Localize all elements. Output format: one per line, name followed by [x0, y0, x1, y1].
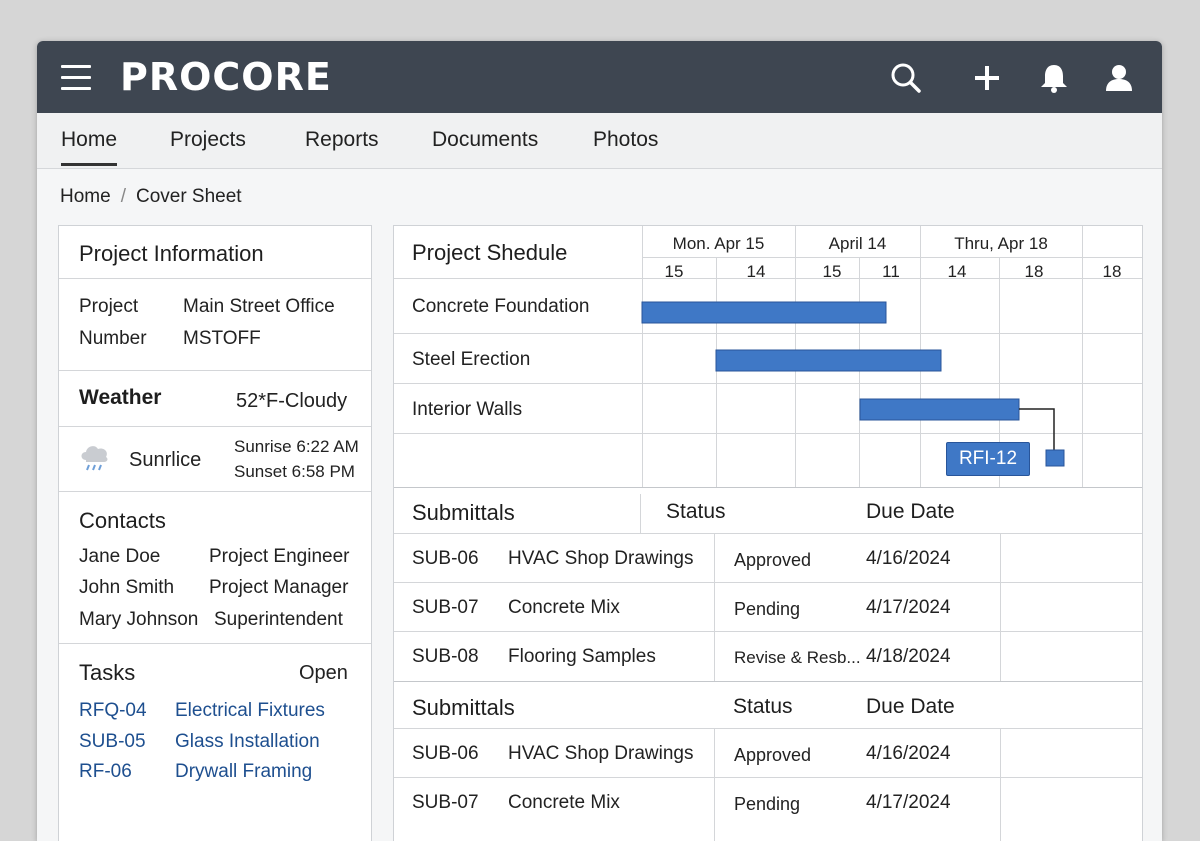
- submittal-status: Pending: [734, 599, 801, 619]
- task-name-link[interactable]: Drywall Framing: [175, 761, 312, 783]
- tab-projects[interactable]: Projects: [170, 128, 246, 152]
- contact-role: Superintendent: [214, 609, 343, 630]
- breadcrumb-separator: /: [120, 186, 126, 207]
- grid-line: [394, 582, 1142, 583]
- number-label: Number: [79, 328, 147, 349]
- project-info-body: [59, 278, 371, 371]
- grid-line: [394, 777, 1142, 778]
- submittal-status: Approved: [734, 745, 812, 765]
- gantt-bar[interactable]: [715, 349, 942, 372]
- submittal-id-link[interactable]: SUB-06: [412, 743, 479, 765]
- tab-home[interactable]: Home: [61, 128, 118, 166]
- grid-line: [714, 728, 715, 841]
- submittal-id-link[interactable]: SUB-08: [412, 646, 479, 668]
- tab-documents[interactable]: Documents: [432, 128, 538, 152]
- contacts-title: Contacts: [79, 508, 166, 533]
- contact-role: Project Engineer: [209, 546, 350, 567]
- logo: PROCORE: [120, 55, 332, 99]
- contact-role: Project Manager: [209, 577, 349, 598]
- submittal-due-date: 4/17/2024: [866, 597, 951, 618]
- task-name-link[interactable]: Glass Installation: [175, 731, 320, 753]
- task-id-link[interactable]: RFQ-04: [79, 700, 147, 722]
- plus-icon[interactable]: [970, 61, 1004, 95]
- tab-reports[interactable]: Reports: [305, 128, 379, 152]
- submittal-status: Approved: [734, 550, 812, 570]
- submittal-name-link[interactable]: Concrete Mix: [508, 597, 620, 619]
- submittal-id-link[interactable]: SUB-07: [412, 597, 479, 619]
- cloud-rain-icon: [77, 440, 113, 474]
- rfi-milestone-badge[interactable]: RFI-12: [946, 442, 1030, 476]
- due-date-header: Due Date: [866, 500, 955, 523]
- submittal-name-link[interactable]: HVAC Shop Drawings: [508, 548, 694, 570]
- menu-icon[interactable]: [61, 65, 91, 91]
- submittal-due-date: 4/16/2024: [866, 548, 951, 569]
- task-name-link[interactable]: Electrical Fixtures: [175, 700, 325, 722]
- project-number: MSTOFF: [183, 328, 261, 349]
- contact-name[interactable]: Jane Doe: [79, 546, 160, 568]
- submittal-id-link[interactable]: SUB-07: [412, 792, 479, 814]
- breadcrumb-home[interactable]: Home: [60, 186, 111, 207]
- submittal-status: Pending: [734, 794, 801, 814]
- submittal-status: Revise & Resb...: [734, 648, 861, 667]
- submittal-name-link[interactable]: Flooring Samples: [508, 646, 656, 668]
- weather-title: Weather: [79, 386, 162, 409]
- task-id-link[interactable]: SUB-05: [79, 731, 146, 753]
- grid-line: [1000, 533, 1001, 681]
- submittal-id-link[interactable]: SUB-06: [412, 548, 479, 570]
- submittal-name-link[interactable]: Concrete Mix: [508, 792, 620, 814]
- submittal-due-date: 4/17/2024: [866, 792, 951, 813]
- grid-line: [394, 533, 1142, 534]
- user-icon[interactable]: [1102, 61, 1136, 95]
- gantt-bar[interactable]: [859, 398, 1020, 421]
- submittal-name-link[interactable]: HVAC Shop Drawings: [508, 743, 694, 765]
- breadcrumb-current: Cover Sheet: [135, 186, 242, 207]
- project-info-title: Project Information: [79, 241, 264, 266]
- right-panel: Project Shedule Mon. Apr 15 April 14 Thr…: [393, 225, 1143, 841]
- grid-line: [394, 728, 1142, 729]
- due-date-header: Due Date: [866, 695, 955, 718]
- contact-name[interactable]: John Smith: [79, 577, 174, 599]
- grid-line: [1000, 728, 1001, 841]
- milestone-marker[interactable]: [1045, 449, 1065, 467]
- bell-icon[interactable]: [1037, 61, 1071, 95]
- submittal-due-date: 4/18/2024: [866, 646, 951, 667]
- gantt-bar[interactable]: [641, 301, 887, 324]
- grid-line: [394, 631, 1142, 632]
- tab-photos[interactable]: Photos: [593, 128, 658, 152]
- weather-location: Sunrlice: [129, 449, 202, 471]
- tasks-title: Tasks: [79, 660, 136, 685]
- project-name: Main Street Office: [183, 296, 335, 317]
- sunrise-time: Sunrise 6:22 AM: [234, 437, 359, 456]
- sunset-time: Sunset 6:58 PM: [234, 462, 355, 481]
- task-id-link[interactable]: RF-06: [79, 761, 132, 783]
- left-panel: Project Information Project Number Main …: [58, 225, 372, 841]
- grid-line: [714, 533, 715, 681]
- weather-current: 52*F-Cloudy: [236, 390, 348, 412]
- app-window: PROCORE Home Projects Reports Documents …: [37, 41, 1162, 841]
- search-icon[interactable]: [889, 61, 923, 95]
- submittal-due-date: 4/16/2024: [866, 743, 951, 764]
- grid-line: [640, 494, 641, 534]
- tasks-status[interactable]: Open: [299, 662, 348, 685]
- status-header: Status: [733, 695, 793, 718]
- submittals-header: Submittals: [412, 500, 515, 525]
- breadcrumb: Home / Cover Sheet: [60, 186, 242, 208]
- top-bar: PROCORE: [37, 41, 1162, 113]
- project-label: Project: [79, 296, 139, 317]
- status-header: Status: [666, 500, 726, 523]
- nav-bar: Home Projects Reports Documents Photos: [37, 113, 1162, 169]
- contact-name[interactable]: Mary Johnson: [79, 609, 198, 631]
- grid-line: [394, 681, 1142, 682]
- submittals-header: Submittals: [412, 695, 515, 720]
